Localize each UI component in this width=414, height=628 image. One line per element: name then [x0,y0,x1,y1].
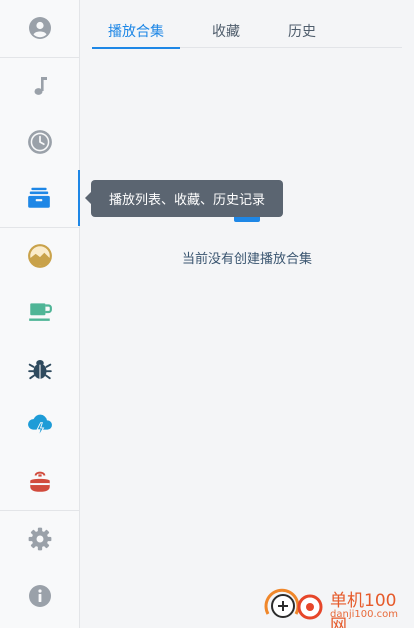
sidebar-item-music[interactable] [0,58,80,114]
tab-history[interactable]: 历史 [278,14,326,48]
coffee-cup-icon [29,303,52,321]
main-panel: 播放合集 收藏 历史 当前没有创建播放合集 [80,0,414,628]
info-icon [29,585,51,607]
watermark-title: 单机100网 [330,591,397,628]
user-icon [29,17,51,39]
tooltip: 播放列表、收藏、历史记录 [91,180,283,217]
sidebar [0,0,80,628]
landscape-icon [28,244,52,268]
sidebar-item-coffee[interactable] [0,284,80,340]
watermark-url: danji100.com [330,609,398,620]
tab-bar: 播放合集 收藏 历史 [92,14,402,49]
archive-box-icon [28,187,50,208]
empty-state-message: 当前没有创建播放合集 [181,252,312,267]
cloud-lightning-icon [28,414,52,437]
sidebar-item-user[interactable] [0,0,80,56]
watermark: 单机100网 danji100.com [262,584,412,628]
music-note-icon [34,77,47,95]
sidebar-item-cloud[interactable] [0,397,80,453]
sidebar-item-about[interactable] [0,568,80,624]
sidebar-item-teapot[interactable] [0,454,80,510]
watermark-logo-icon [264,588,323,620]
gear-icon [28,527,52,551]
bug-icon [28,360,52,380]
teapot-icon [30,471,50,492]
clock-icon [28,130,52,154]
sidebar-item-settings[interactable] [0,511,80,567]
sidebar-item-history[interactable] [0,114,80,170]
sidebar-item-scenery[interactable] [0,228,80,284]
sidebar-item-collections[interactable] [0,170,80,226]
tab-favorites[interactable]: 收藏 [202,14,250,48]
sidebar-item-debug[interactable] [0,341,80,397]
tab-playlists[interactable]: 播放合集 [92,14,180,49]
